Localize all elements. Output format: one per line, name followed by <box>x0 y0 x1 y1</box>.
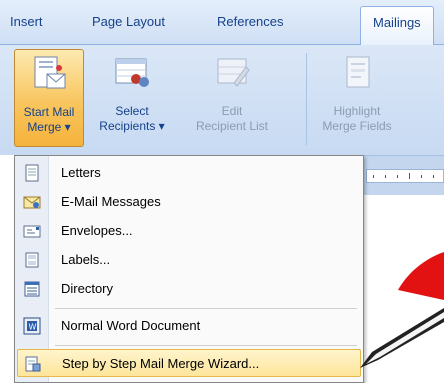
menu-separator <box>55 345 357 346</box>
tab-page-layout[interactable]: Page Layout <box>92 14 165 29</box>
highlight-merge-fields-icon <box>346 56 370 88</box>
start-mail-merge-icon <box>34 56 66 89</box>
start-mail-merge-label-2: Merge ▾ <box>27 120 71 134</box>
svg-text:W: W <box>29 323 37 332</box>
highlight-merge-fields-button[interactable]: Highlight Merge Fields <box>312 49 402 147</box>
menu-item-label: Step by Step Mail Merge Wizard... <box>62 356 260 371</box>
menu-item-email-messages[interactable]: E-Mail Messages <box>17 188 361 216</box>
menu-separator <box>55 308 357 309</box>
ruler-tick <box>421 175 422 178</box>
ribbon: Start Mail Merge ▾ Select Recipients ▾ E… <box>0 45 444 155</box>
edit-recipient-list-icon <box>217 58 250 87</box>
menu-item-label: Letters <box>61 165 101 180</box>
highlight-merge-fields-label-1: Highlight <box>333 104 381 118</box>
edit-recipient-list-label-1: Edit <box>221 104 243 118</box>
directory-icon <box>24 281 40 297</box>
tab-mailings[interactable]: Mailings <box>360 6 434 46</box>
start-mail-merge-menu: Letters E-Mail Messages Envelopes... Lab… <box>14 155 364 383</box>
select-recipients-label-1: Select <box>115 104 149 118</box>
email-icon <box>23 196 41 209</box>
labels-icon <box>25 252 39 268</box>
ruler-tick <box>373 175 374 178</box>
menu-item-label: Envelopes... <box>61 223 133 238</box>
word-document-icon: W <box>23 317 41 335</box>
tab-insert[interactable]: Insert <box>10 14 43 29</box>
horizontal-ruler <box>350 155 444 195</box>
ruler-track <box>366 169 444 183</box>
menu-item-envelopes[interactable]: Envelopes... <box>17 217 361 245</box>
ruler-tick <box>433 175 434 178</box>
select-recipients-label-2: Recipients ▾ <box>99 119 165 133</box>
edit-recipient-list-button[interactable]: Edit Recipient List <box>182 49 282 147</box>
select-recipients-icon <box>115 58 149 87</box>
menu-item-normal-word-document[interactable]: W Normal Word Document <box>17 312 361 340</box>
menu-item-label: Normal Word Document <box>61 318 201 333</box>
envelope-icon <box>23 225 41 238</box>
document-page[interactable] <box>360 195 444 383</box>
edit-recipient-list-label-2: Recipient List <box>195 119 269 133</box>
start-mail-merge-button[interactable]: Start Mail Merge ▾ <box>14 49 84 147</box>
ruler-tick <box>385 175 386 178</box>
wizard-icon <box>25 356 41 372</box>
menu-item-mail-merge-wizard[interactable]: Step by Step Mail Merge Wizard... <box>17 349 361 377</box>
start-mail-merge-label-1: Start Mail <box>23 105 75 119</box>
letter-icon <box>25 164 39 182</box>
select-recipients-button[interactable]: Select Recipients ▾ <box>92 49 172 147</box>
ruler-tick <box>409 173 410 179</box>
ruler-tick <box>397 175 398 178</box>
menu-item-label: E-Mail Messages <box>61 194 161 209</box>
highlight-merge-fields-label-2: Merge Fields <box>322 119 392 133</box>
menu-item-directory[interactable]: Directory <box>17 275 361 303</box>
ribbon-tab-bar: Insert Page Layout References Mailings <box>0 0 444 46</box>
menu-item-label: Labels... <box>61 252 111 267</box>
menu-item-labels[interactable]: Labels... <box>17 246 361 274</box>
group-separator <box>306 53 307 145</box>
menu-item-label: Directory <box>61 281 114 296</box>
tab-references[interactable]: References <box>217 14 283 29</box>
menu-item-letters[interactable]: Letters <box>17 159 361 187</box>
